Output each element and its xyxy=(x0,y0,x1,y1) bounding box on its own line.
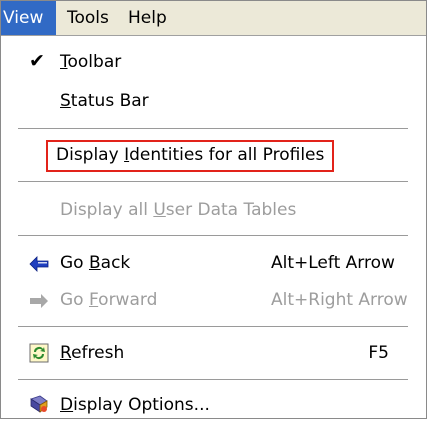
menu-separator xyxy=(18,235,408,237)
menu-item-label: Status Bar xyxy=(60,91,149,111)
shortcut-label: Alt+Right Arrow xyxy=(271,290,408,310)
menu-item-refresh[interactable]: Refresh F5 xyxy=(0,336,427,372)
menu-separator xyxy=(18,181,408,183)
menu-separator xyxy=(18,379,408,381)
shortcut-label: F5 xyxy=(368,343,389,363)
arrow-right-icon xyxy=(30,294,48,308)
menu-item-toolbar[interactable]: ✔ Toolbar xyxy=(0,45,427,81)
menu-item-go-forward: Go Forward Alt+Right Arrow xyxy=(0,283,427,319)
menu-tools[interactable]: Tools xyxy=(67,1,109,35)
menu-item-label: Toolbar xyxy=(60,52,122,72)
menu-item-label: Display all User Data Tables xyxy=(60,200,297,220)
arrow-left-icon xyxy=(29,256,49,272)
menu-bar: View Tools Help xyxy=(1,1,426,35)
highlight-annotation-box xyxy=(46,140,334,172)
menu-help[interactable]: Help xyxy=(128,1,167,35)
display-options-icon xyxy=(30,395,48,413)
shortcut-label: Alt+Left Arrow xyxy=(271,253,395,273)
menu-item-label: Display Options... xyxy=(60,395,210,415)
menu-separator xyxy=(18,128,408,130)
menu-view[interactable]: View xyxy=(1,1,56,35)
menubar-divider xyxy=(1,35,426,36)
checkmark-icon: ✔ xyxy=(29,50,45,72)
refresh-icon xyxy=(29,343,49,363)
menu-item-display-user-data-tables: Display all User Data Tables xyxy=(0,193,427,229)
menu-item-status-bar[interactable]: Status Bar xyxy=(0,84,427,120)
menu-separator xyxy=(18,326,408,328)
menu-item-go-back[interactable]: Go Back Alt+Left Arrow xyxy=(0,246,427,282)
menu-item-label: Go Back xyxy=(60,253,131,273)
menu-item-label: Refresh xyxy=(60,343,125,363)
menu-item-label: Go Forward xyxy=(60,290,158,310)
